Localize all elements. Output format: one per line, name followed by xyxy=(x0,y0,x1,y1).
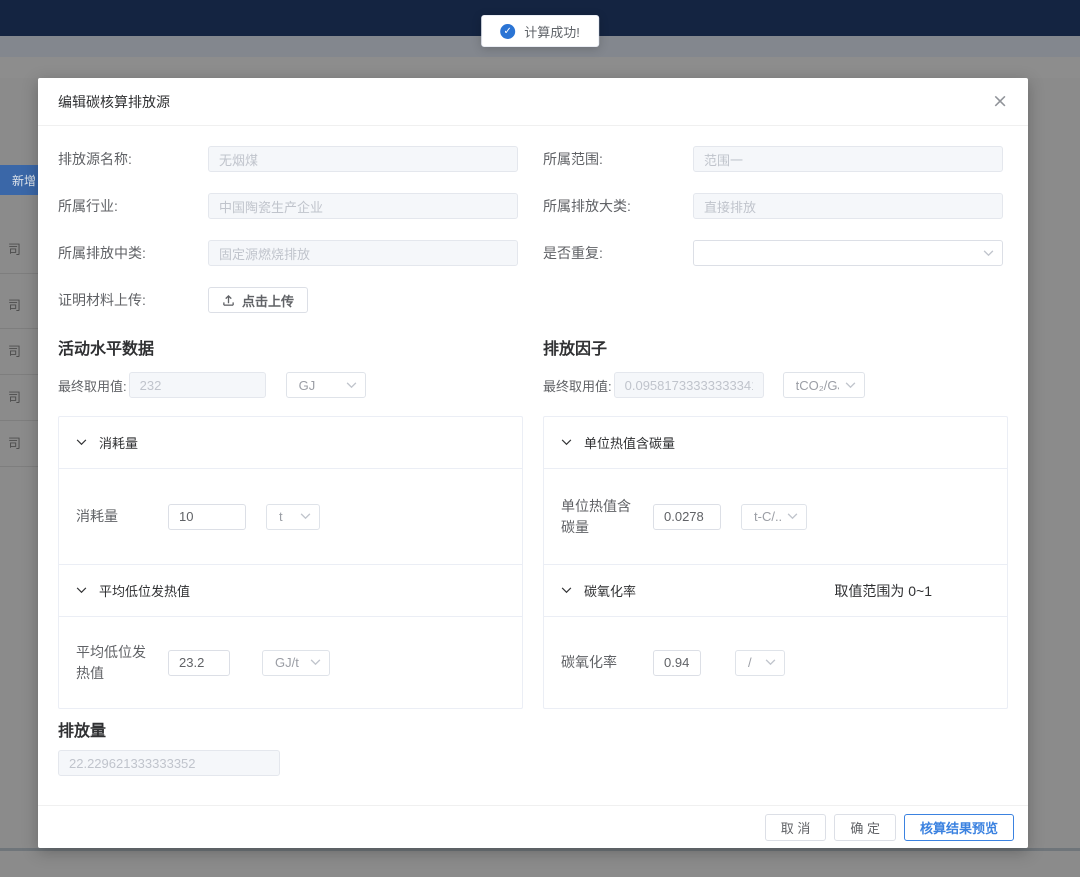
success-toast: ✓ 计算成功! xyxy=(481,15,599,47)
source-name-label: 排放源名称: xyxy=(58,149,208,169)
consumption-unit-select[interactable]: t xyxy=(266,504,320,530)
mid-category-label: 所属排放中类: xyxy=(58,243,208,263)
heating-value-panel-title: 平均低位发热值 xyxy=(99,581,190,600)
oxidation-rate-label: 碳氧化率 xyxy=(561,652,637,673)
carbon-content-panel-title: 单位热值含碳量 xyxy=(584,433,675,452)
background-table-row: 司 xyxy=(8,239,21,258)
background-table-row: 司 xyxy=(8,387,21,406)
preview-result-button[interactable]: 核算结果预览 xyxy=(904,814,1014,841)
consumption-label: 消耗量 xyxy=(76,506,152,527)
carbon-content-unit-value: t-C/... xyxy=(754,509,781,524)
background-row-divider xyxy=(0,420,38,421)
oxidation-rate-panel-title: 碳氧化率 xyxy=(584,581,636,600)
collapse-arrow-icon xyxy=(561,587,572,594)
activity-final-input xyxy=(129,372,266,398)
carbon-content-unit-select[interactable]: t-C/... xyxy=(741,504,807,530)
consumption-panel-header[interactable]: 消耗量 xyxy=(59,417,522,469)
carbon-content-input[interactable] xyxy=(653,504,721,530)
activity-section-title: 活动水平数据 xyxy=(58,335,523,359)
success-check-icon: ✓ xyxy=(500,24,515,39)
carbon-content-panel-header[interactable]: 单位热值含碳量 xyxy=(544,417,1007,469)
dialog-header: 编辑碳核算排放源 × xyxy=(38,78,1028,126)
upload-button[interactable]: 点击上传 xyxy=(208,287,308,313)
activity-data-section: 活动水平数据 最终取用值: GJ xyxy=(58,335,523,709)
collapse-arrow-icon xyxy=(76,587,87,594)
heating-value-input[interactable] xyxy=(168,650,230,676)
factor-section-title: 排放因子 xyxy=(543,335,1008,359)
oxidation-rate-unit-value: / xyxy=(748,655,759,670)
heating-value-unit-select[interactable]: GJ/t xyxy=(262,650,330,676)
carbon-content-label: 单位热值含碳量 xyxy=(561,496,637,538)
confirm-button[interactable]: 确 定 xyxy=(834,814,896,841)
background-add-button: 新增 xyxy=(0,165,38,195)
major-category-input xyxy=(693,193,1003,219)
consumption-unit-value: t xyxy=(279,509,294,524)
background-table-row: 司 xyxy=(8,295,21,314)
dimmed-page-subheader xyxy=(0,57,1080,78)
upload-button-label: 点击上传 xyxy=(242,291,294,310)
toast-message: 计算成功! xyxy=(524,22,580,41)
basic-info-form: 排放源名称: 所属范围: 所属行业: 所属排放大类: 所属排放中类: 是否重复: xyxy=(58,146,1008,313)
edit-emission-source-dialog: 编辑碳核算排放源 × 排放源名称: 所属范围: 所属行业: 所属排放大类: xyxy=(38,78,1028,848)
background-row-divider xyxy=(0,374,38,375)
chevron-down-icon xyxy=(787,513,798,520)
oxidation-rate-range-note: 取值范围为 0~1 xyxy=(834,581,932,601)
emission-amount-input xyxy=(58,750,280,776)
background-row-divider xyxy=(0,328,38,329)
chevron-down-icon xyxy=(765,659,776,666)
upload-label: 证明材料上传: xyxy=(58,290,208,310)
background-table-row: 司 xyxy=(8,433,21,452)
background-table-row: 司 xyxy=(8,341,21,360)
emission-amount-title: 排放量 xyxy=(58,717,1008,741)
chevron-down-icon xyxy=(346,382,357,389)
activity-unit-value: GJ xyxy=(299,378,340,393)
is-duplicate-label: 是否重复: xyxy=(543,243,693,263)
background-row-divider xyxy=(0,273,38,274)
activity-final-label: 最终取用值: xyxy=(58,376,127,395)
cancel-button[interactable]: 取 消 xyxy=(765,814,827,841)
chevron-down-icon xyxy=(310,659,321,666)
source-name-input xyxy=(208,146,518,172)
factor-unit-select[interactable]: tCO₂/GJ xyxy=(783,372,865,398)
consumption-panel-title: 消耗量 xyxy=(99,433,138,452)
oxidation-rate-panel-header[interactable]: 碳氧化率 取值范围为 0~1 xyxy=(544,565,1007,617)
activity-unit-select[interactable]: GJ xyxy=(286,372,366,398)
collapse-arrow-icon xyxy=(76,439,87,446)
factor-collapse: 单位热值含碳量 单位热值含碳量 t-C/... xyxy=(543,416,1008,709)
chevron-down-icon xyxy=(983,250,994,257)
major-category-label: 所属排放大类: xyxy=(543,196,693,216)
heating-value-label: 平均低位发热值 xyxy=(76,642,152,684)
factor-final-input xyxy=(614,372,764,398)
heating-value-panel-header[interactable]: 平均低位发热值 xyxy=(59,565,522,617)
is-duplicate-select[interactable] xyxy=(693,240,1003,266)
collapse-arrow-icon xyxy=(561,439,572,446)
scope-label: 所属范围: xyxy=(543,149,693,169)
chevron-down-icon xyxy=(300,513,311,520)
upload-icon xyxy=(222,294,235,307)
dialog-title: 编辑碳核算排放源 xyxy=(58,92,170,112)
factor-final-label: 最终取用值: xyxy=(543,376,612,395)
oxidation-rate-input[interactable] xyxy=(653,650,701,676)
mid-category-input xyxy=(208,240,518,266)
dimmed-page-divider xyxy=(0,848,1080,851)
background-row-divider xyxy=(0,466,38,467)
factor-unit-value: tCO₂/GJ xyxy=(796,378,839,393)
oxidation-rate-unit-select[interactable]: / xyxy=(735,650,785,676)
scope-input xyxy=(693,146,1003,172)
dialog-footer: 取 消 确 定 核算结果预览 xyxy=(38,805,1028,848)
industry-input xyxy=(208,193,518,219)
industry-label: 所属行业: xyxy=(58,196,208,216)
consumption-input[interactable] xyxy=(168,504,246,530)
chevron-down-icon xyxy=(845,382,856,389)
emission-factor-section: 排放因子 最终取用值: tCO₂/GJ xyxy=(543,335,1008,709)
activity-collapse: 消耗量 消耗量 t xyxy=(58,416,523,709)
heating-value-unit-value: GJ/t xyxy=(275,655,304,670)
close-icon[interactable]: × xyxy=(992,92,1008,111)
